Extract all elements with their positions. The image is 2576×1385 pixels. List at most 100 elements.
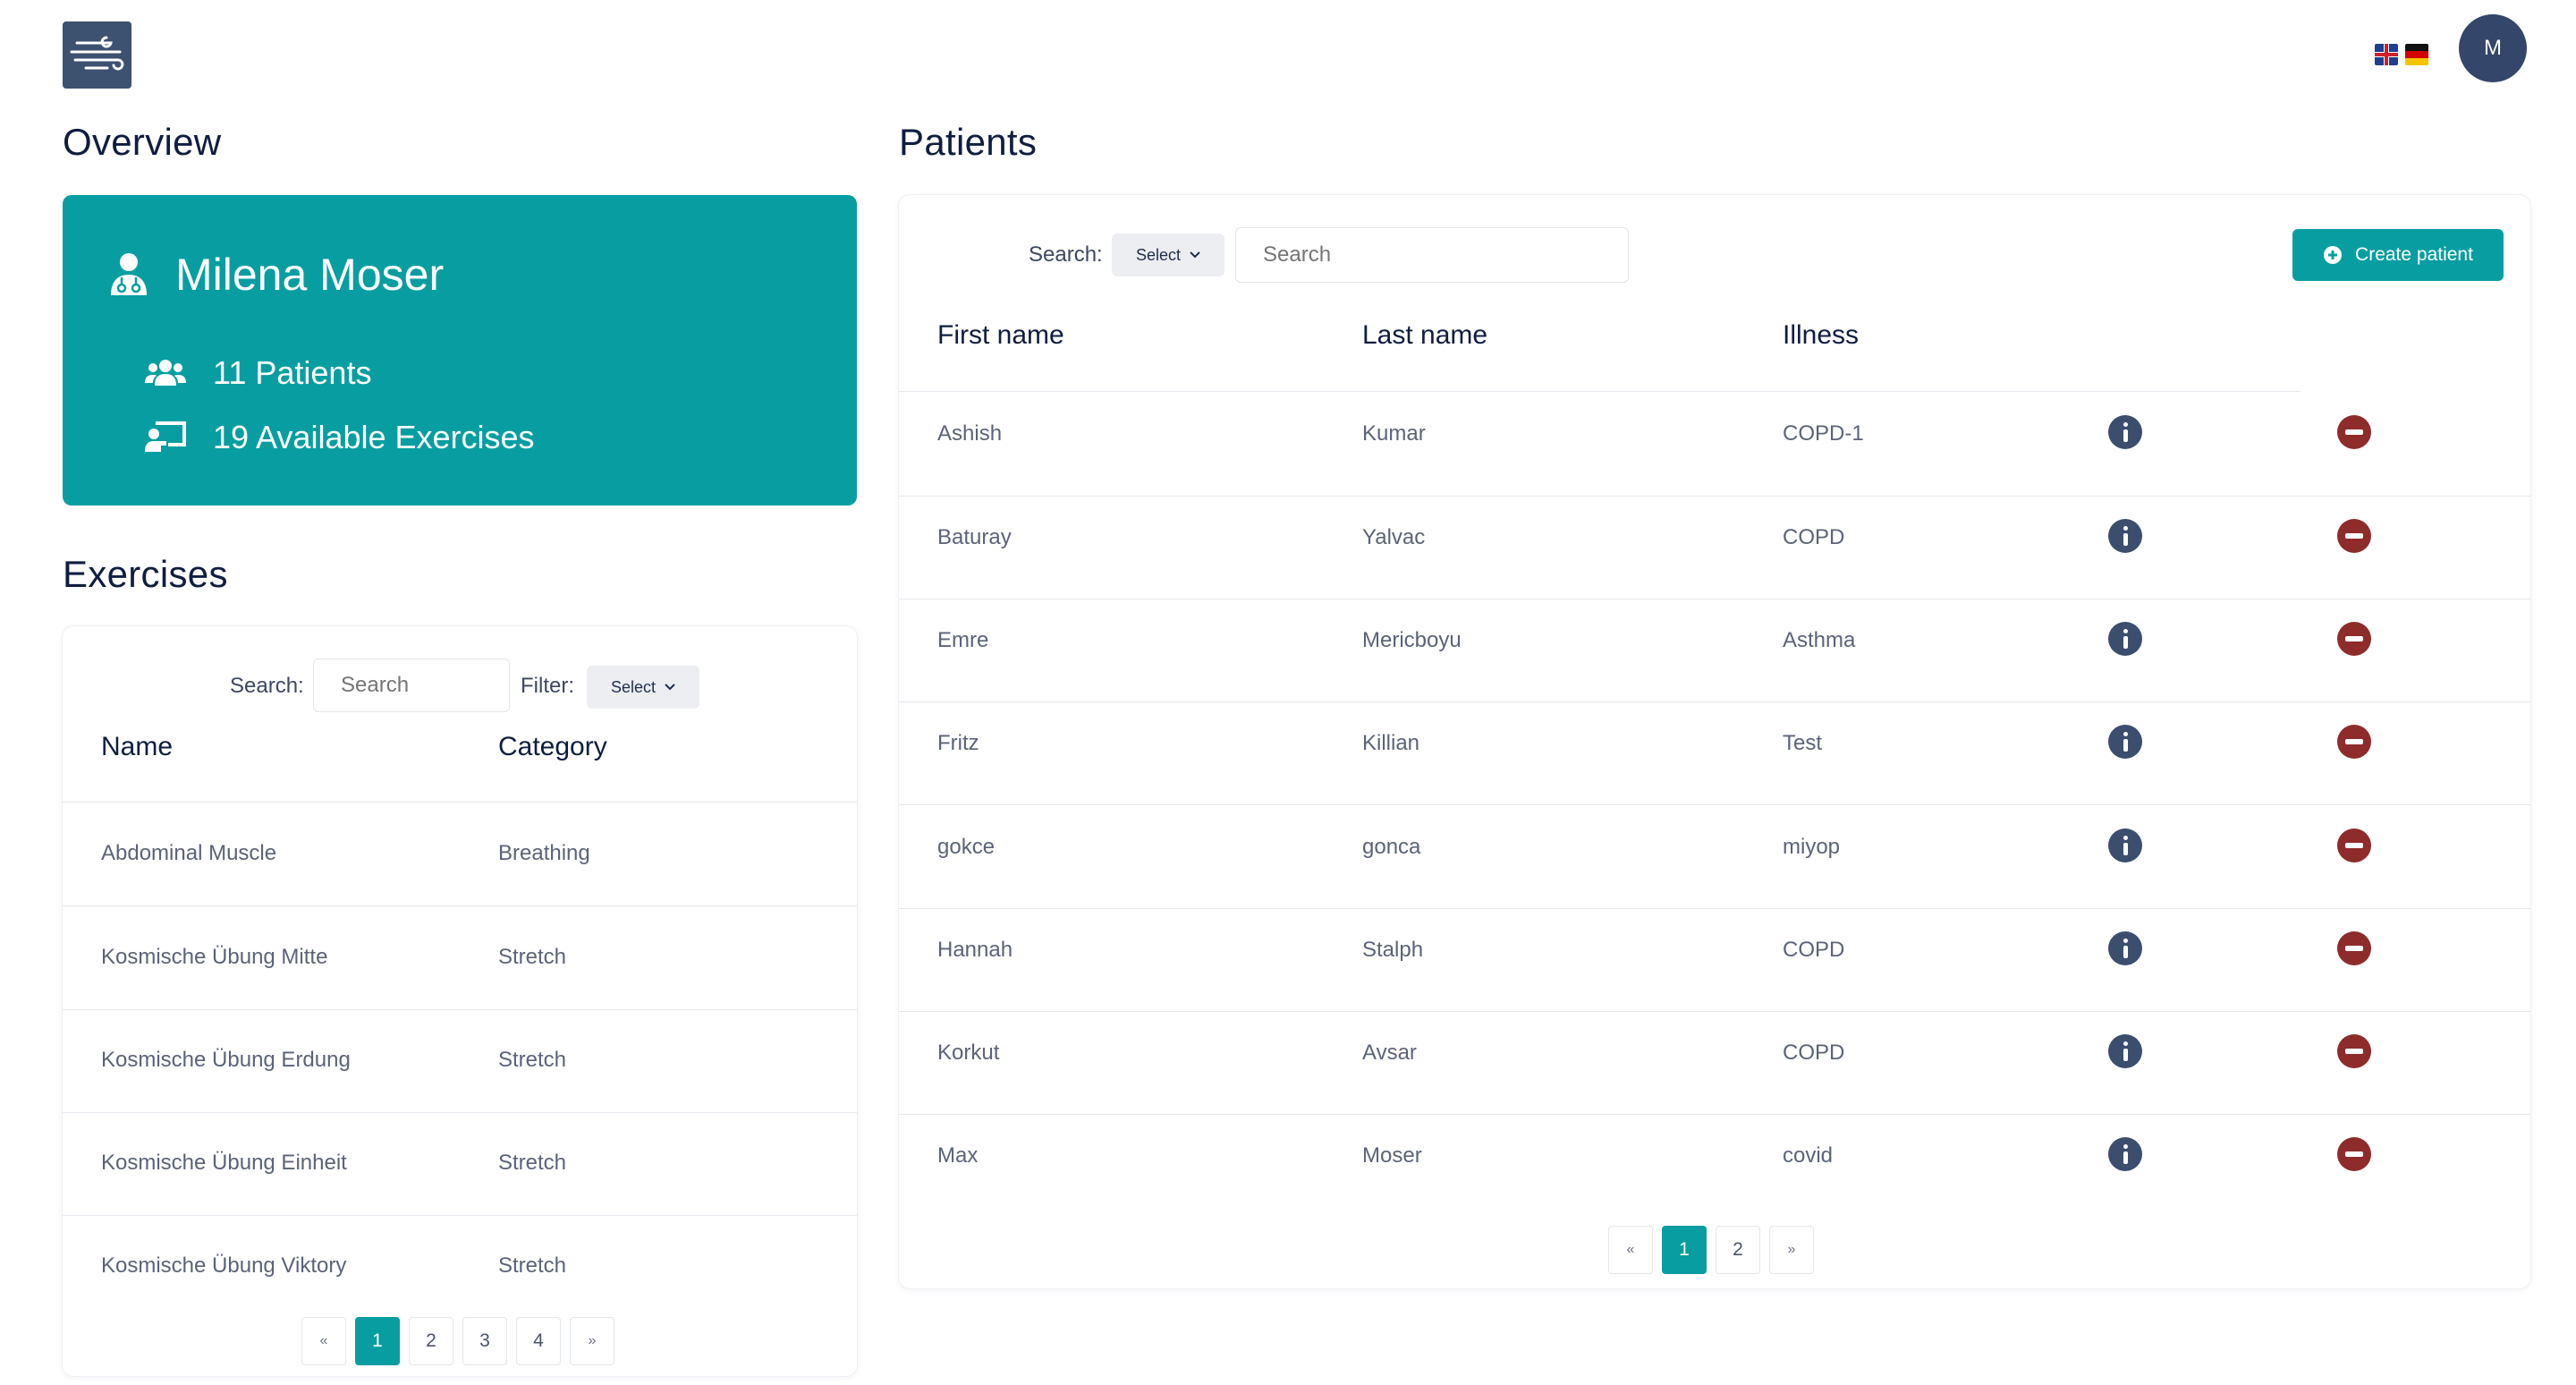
patient-illness: Test: [1783, 731, 1823, 755]
patient-search-input[interactable]: [1235, 227, 1629, 283]
pagination-next[interactable]: »: [1769, 1226, 1814, 1274]
user-avatar[interactable]: M: [2459, 14, 2527, 82]
exercise-category: Stretch: [498, 945, 567, 969]
patient-illness: Asthma: [1783, 628, 1856, 652]
pagination-next[interactable]: »: [570, 1317, 614, 1365]
col-head-category[interactable]: Category: [498, 732, 607, 762]
exercises-title: Exercises: [63, 553, 228, 595]
patient-first-name: Max: [937, 1143, 979, 1168]
patient-last-name: Killian: [1362, 731, 1420, 755]
exercise-filter-select[interactable]: Select: [587, 666, 699, 709]
exercise-search-input[interactable]: [313, 659, 510, 712]
patient-pagination: « 1 2 »: [1608, 1226, 1814, 1274]
row-divider: [899, 1011, 2530, 1012]
remove-patient-icon[interactable]: [2337, 415, 2371, 449]
info-icon[interactable]: [2108, 931, 2142, 965]
remove-patient-icon[interactable]: [2337, 622, 2371, 656]
patient-first-name: Emre: [937, 628, 989, 652]
header-divider: [63, 802, 857, 803]
remove-patient-icon[interactable]: [2337, 931, 2371, 965]
exercise-name: Kosmische Übung Mitte: [101, 945, 328, 969]
header-divider: [899, 391, 2301, 392]
exercise-name: Kosmische Übung Erdung: [101, 1048, 351, 1072]
german-flag-icon[interactable]: [2405, 44, 2428, 65]
chevron-down-icon: [1190, 251, 1200, 259]
remove-patient-icon[interactable]: [2337, 725, 2371, 759]
pagination-page-2[interactable]: 2: [409, 1317, 453, 1365]
col-head-last-name[interactable]: Last name: [1362, 320, 1487, 351]
info-icon[interactable]: [2108, 828, 2142, 862]
col-head-first-name[interactable]: First name: [937, 320, 1064, 351]
pagination-prev[interactable]: «: [301, 1317, 346, 1365]
patient-last-name: Avsar: [1362, 1041, 1417, 1065]
remove-patient-icon[interactable]: [2337, 828, 2371, 862]
exercise-category: Stretch: [498, 1253, 567, 1278]
language-switcher: [2375, 44, 2428, 65]
patient-illness: COPD: [1783, 938, 1845, 962]
patient-search-select-value: Select: [1135, 245, 1182, 264]
info-icon[interactable]: [2108, 622, 2142, 656]
exercises-count: 19 Available Exercises: [213, 419, 535, 455]
pagination-page-2[interactable]: 2: [1716, 1226, 1760, 1274]
exercise-filter-value: Select: [610, 677, 657, 696]
patient-last-name: Moser: [1362, 1143, 1422, 1168]
exercise-name: Kosmische Übung Viktory: [101, 1253, 347, 1278]
users-icon: [145, 360, 186, 386]
col-head-name[interactable]: Name: [101, 732, 173, 762]
patient-last-name: Mericboyu: [1362, 628, 1462, 652]
info-icon[interactable]: [2108, 519, 2142, 553]
patient-first-name: Ashish: [937, 421, 1003, 446]
remove-patient-icon[interactable]: [2337, 519, 2371, 553]
info-icon[interactable]: [2108, 1137, 2142, 1171]
col-head-illness[interactable]: Illness: [1783, 320, 1859, 351]
wind-icon: [70, 36, 124, 71]
pagination-prev[interactable]: «: [1608, 1226, 1653, 1274]
patient-illness: covid: [1783, 1143, 1834, 1168]
patient-search-select[interactable]: Select: [1112, 234, 1224, 276]
row-divider: [899, 701, 2530, 702]
row-divider: [63, 1112, 857, 1113]
patient-illness: miyop: [1783, 835, 1841, 859]
row-divider: [899, 496, 2530, 497]
exercise-name: Kosmische Übung Einheit: [101, 1151, 347, 1175]
overview-title: Overview: [63, 121, 222, 163]
chevron-down-icon: [665, 684, 675, 691]
pagination-page-4[interactable]: 4: [516, 1317, 561, 1365]
exercise-search-label: Search:: [230, 674, 304, 698]
row-divider: [899, 804, 2530, 805]
therapist-name: Milena Moser: [175, 250, 445, 300]
patient-first-name: Korkut: [937, 1041, 1000, 1065]
create-patient-label: Create patient: [2355, 244, 2473, 265]
exercise-name: Abdominal Muscle: [101, 841, 277, 865]
row-divider: [63, 1215, 857, 1216]
patient-last-name: Yalvac: [1362, 525, 1426, 549]
uk-flag-icon[interactable]: [2375, 44, 2398, 65]
remove-patient-icon[interactable]: [2337, 1137, 2371, 1171]
patient-last-name: Stalph: [1362, 938, 1424, 962]
remove-patient-icon[interactable]: [2337, 1034, 2371, 1068]
create-patient-button[interactable]: Create patient: [2292, 229, 2504, 281]
info-icon[interactable]: [2108, 725, 2142, 759]
patients-title: Patients: [899, 121, 1038, 163]
row-divider: [63, 1009, 857, 1010]
presentation-icon: [145, 421, 186, 452]
patient-first-name: Fritz: [937, 731, 979, 755]
pagination-page-1[interactable]: 1: [1662, 1226, 1707, 1274]
exercise-category: Breathing: [498, 841, 590, 865]
patients-card: Search: Select First name Last name Illn…: [899, 195, 2530, 1288]
patient-illness: COPD: [1783, 1041, 1845, 1065]
exercises-card: Search: Filter: Select Name Category Abd…: [63, 626, 857, 1376]
patient-first-name: Hannah: [937, 938, 1013, 962]
overview-card: Milena Moser 11 Patients 19 Available Ex…: [63, 195, 857, 506]
app-logo[interactable]: [63, 21, 131, 89]
row-divider: [899, 908, 2530, 909]
patients-count: 11 Patients: [213, 354, 372, 391]
exercise-filter-label: Filter:: [521, 674, 574, 698]
patient-first-name: gokce: [937, 835, 996, 859]
patient-illness: COPD-1: [1783, 421, 1864, 446]
patient-illness: COPD: [1783, 525, 1845, 549]
info-icon[interactable]: [2108, 415, 2142, 449]
info-icon[interactable]: [2108, 1034, 2142, 1068]
pagination-page-1[interactable]: 1: [355, 1317, 400, 1365]
pagination-page-3[interactable]: 3: [462, 1317, 507, 1365]
